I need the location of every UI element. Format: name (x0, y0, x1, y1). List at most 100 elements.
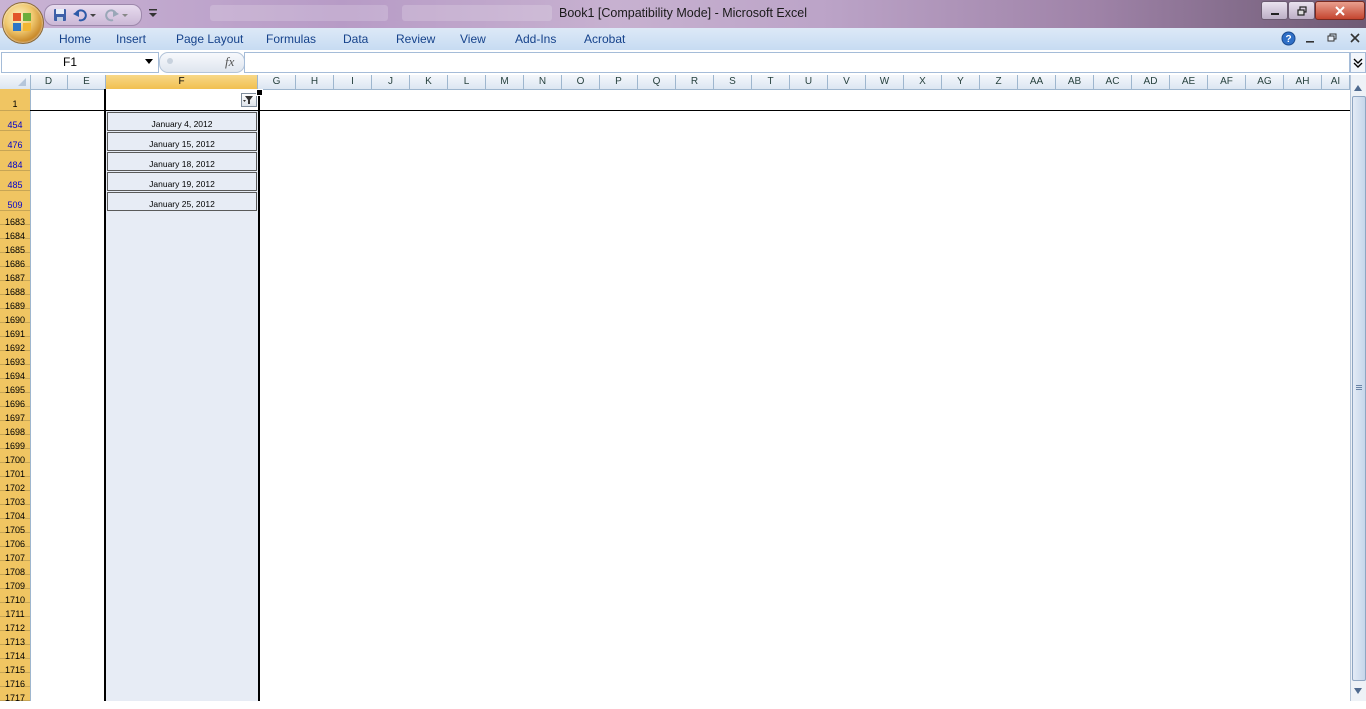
column-header-ag[interactable]: AG (1246, 75, 1284, 89)
column-header-h[interactable]: H (296, 75, 334, 89)
column-header-o[interactable]: O (562, 75, 600, 89)
tab-insert[interactable]: Insert (116, 32, 146, 46)
column-header-j[interactable]: J (372, 75, 410, 89)
row-header[interactable]: 1704 (0, 505, 30, 521)
row-header[interactable]: 1694 (0, 365, 30, 381)
tab-add-ins[interactable]: Add-Ins (515, 32, 556, 46)
row-header[interactable]: 1714 (0, 645, 30, 661)
workbook-minimize-icon[interactable] (1303, 31, 1318, 46)
row-header[interactable]: 1690 (0, 309, 30, 325)
column-header-u[interactable]: U (790, 75, 828, 89)
column-header-v[interactable]: V (828, 75, 866, 89)
row-header[interactable]: 1698 (0, 421, 30, 437)
expand-formula-bar-button[interactable] (1350, 52, 1366, 73)
column-header-af[interactable]: AF (1208, 75, 1246, 89)
help-icon[interactable]: ? (1281, 31, 1296, 46)
fill-handle[interactable] (256, 89, 263, 96)
workbook-restore-icon[interactable] (1325, 31, 1340, 46)
column-header-ab[interactable]: AB (1056, 75, 1094, 89)
insert-function-icon[interactable]: fx (225, 54, 234, 70)
tab-page-layout[interactable]: Page Layout (176, 32, 243, 46)
restore-button[interactable] (1288, 1, 1315, 20)
column-header-s[interactable]: S (714, 75, 752, 89)
row-header[interactable]: 1711 (0, 603, 30, 619)
row-header[interactable]: 1688 (0, 281, 30, 297)
row-header[interactable]: 454 (0, 111, 30, 131)
tab-review[interactable]: Review (396, 32, 435, 46)
column-header-i[interactable]: I (334, 75, 372, 89)
row-header[interactable]: 1700 (0, 449, 30, 465)
date-cell[interactable]: January 4, 2012 (107, 112, 257, 131)
column-header-n[interactable]: N (524, 75, 562, 89)
column-header-ae[interactable]: AE (1170, 75, 1208, 89)
row-header[interactable]: 1712 (0, 617, 30, 633)
row-header[interactable]: 1691 (0, 323, 30, 339)
scroll-up-icon[interactable] (1354, 85, 1362, 91)
name-box[interactable] (1, 52, 159, 73)
row-header[interactable]: 1701 (0, 463, 30, 479)
autofilter-button[interactable] (241, 93, 257, 107)
scrollbar-thumb[interactable] (1352, 96, 1366, 681)
cancel-entry-icon[interactable] (165, 56, 175, 66)
column-header-ad[interactable]: AD (1132, 75, 1170, 89)
column-header-f[interactable]: F (106, 75, 258, 89)
row-header[interactable]: 1696 (0, 393, 30, 409)
column-header-g[interactable]: G (258, 75, 296, 89)
row-header[interactable]: 1692 (0, 337, 30, 353)
column-header-r[interactable]: R (676, 75, 714, 89)
tab-home[interactable]: Home (59, 32, 91, 46)
formula-input[interactable] (244, 52, 1350, 73)
column-header-q[interactable]: Q (638, 75, 676, 89)
column-header-e[interactable]: E (68, 75, 106, 89)
column-header-d[interactable]: D (30, 75, 68, 89)
column-header-k[interactable]: K (410, 75, 448, 89)
date-cell[interactable]: January 18, 2012 (107, 152, 257, 171)
tab-acrobat[interactable]: Acrobat (584, 32, 625, 46)
column-header-ac[interactable]: AC (1094, 75, 1132, 89)
column-header-y[interactable]: Y (942, 75, 980, 89)
date-cell[interactable]: January 19, 2012 (107, 172, 257, 191)
column-header-w[interactable]: W (866, 75, 904, 89)
row-header[interactable]: 1709 (0, 575, 30, 591)
row-header[interactable]: 1693 (0, 351, 30, 367)
row-header[interactable]: 1702 (0, 477, 30, 493)
row-header[interactable]: 1703 (0, 491, 30, 507)
minimize-button[interactable] (1261, 1, 1288, 20)
row-header[interactable]: 1687 (0, 267, 30, 283)
row-header[interactable]: 509 (0, 191, 30, 211)
column-header-l[interactable]: L (448, 75, 486, 89)
tab-view[interactable]: View (460, 32, 486, 46)
row-header[interactable]: 485 (0, 171, 30, 191)
workbook-close-icon[interactable] (1348, 31, 1363, 46)
row-header[interactable]: 484 (0, 151, 30, 171)
row-header[interactable]: 1699 (0, 435, 30, 451)
row-header[interactable]: 476 (0, 131, 30, 151)
name-box-dropdown-icon[interactable] (145, 59, 153, 64)
tab-formulas[interactable]: Formulas (266, 32, 316, 46)
column-header-t[interactable]: T (752, 75, 790, 89)
row-header[interactable]: 1707 (0, 547, 30, 563)
row-header[interactable]: 1695 (0, 379, 30, 395)
column-header-aa[interactable]: AA (1018, 75, 1056, 89)
date-cell[interactable]: January 25, 2012 (107, 192, 257, 211)
column-header-p[interactable]: P (600, 75, 638, 89)
row-header[interactable]: 1706 (0, 533, 30, 549)
row-header[interactable]: 1683 (0, 211, 30, 227)
row-header[interactable]: 1686 (0, 253, 30, 269)
row-header[interactable]: 1710 (0, 589, 30, 605)
tab-data[interactable]: Data (343, 32, 368, 46)
row-header[interactable]: 1708 (0, 561, 30, 577)
select-all-button[interactable] (0, 75, 31, 89)
row-header[interactable]: 1685 (0, 239, 30, 255)
row-header[interactable]: 1715 (0, 659, 30, 675)
row-header[interactable]: 1697 (0, 407, 30, 423)
row-header[interactable]: 1705 (0, 519, 30, 535)
close-button[interactable] (1315, 1, 1365, 20)
row-header[interactable]: 1 (0, 89, 30, 111)
column-header-ai[interactable]: AI (1322, 75, 1350, 89)
scroll-down-icon[interactable] (1354, 688, 1362, 694)
row-header[interactable]: 1684 (0, 225, 30, 241)
row-header[interactable]: 1713 (0, 631, 30, 647)
date-cell[interactable]: January 15, 2012 (107, 132, 257, 151)
cell-f1[interactable] (106, 89, 258, 110)
